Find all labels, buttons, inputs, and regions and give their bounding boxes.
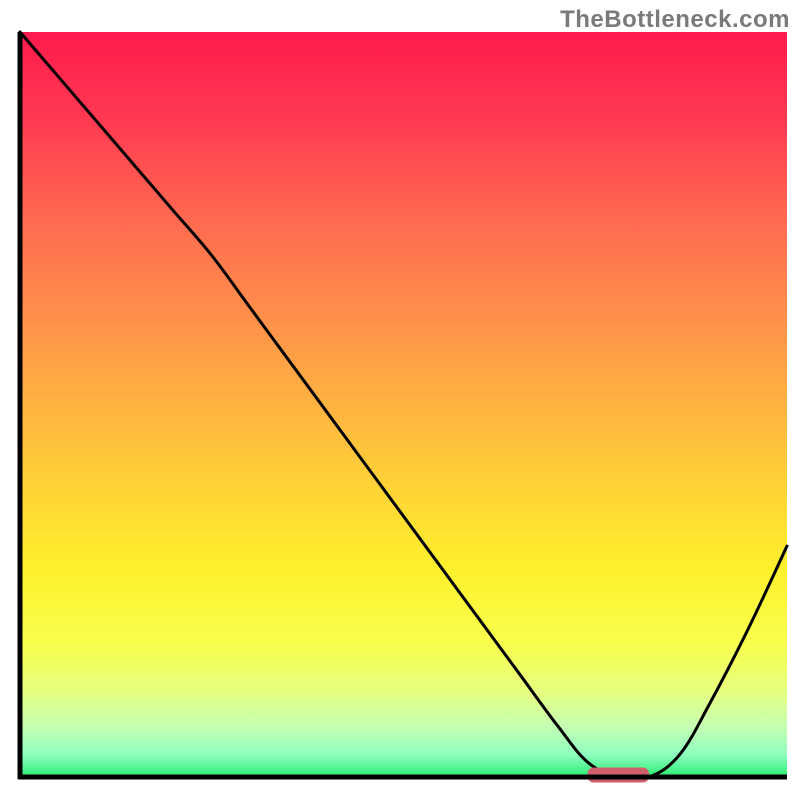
chart-svg xyxy=(0,0,800,800)
watermark-text: TheBottleneck.com xyxy=(560,6,790,34)
gradient-background xyxy=(20,32,787,777)
bottleneck-chart: TheBottleneck.com xyxy=(0,0,800,800)
